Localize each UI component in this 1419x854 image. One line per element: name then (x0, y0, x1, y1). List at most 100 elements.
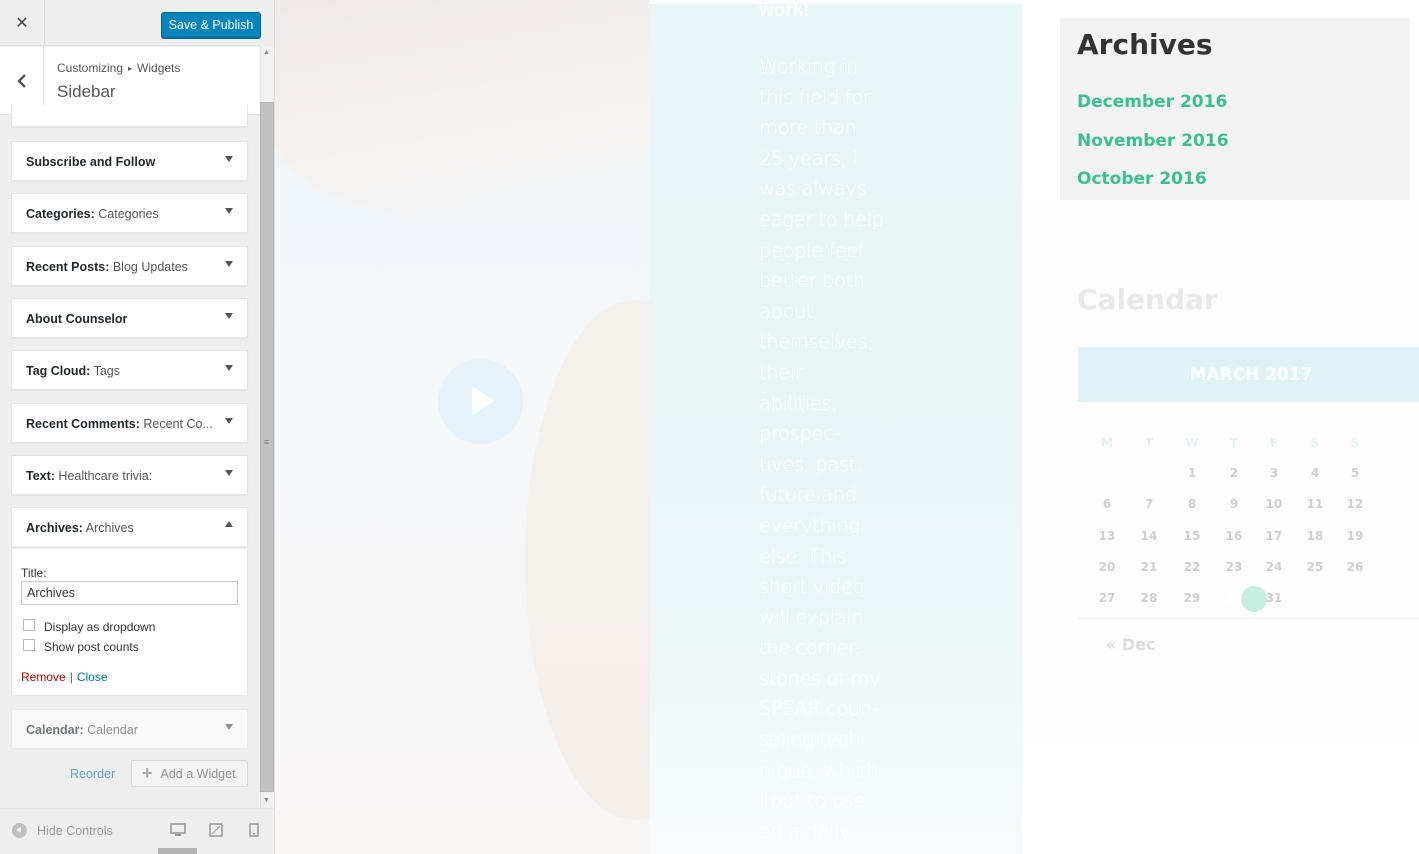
site-preview: work! Working in this field for more tha… (275, 0, 1419, 854)
hide-controls-button[interactable]: Hide Controls (12, 823, 113, 838)
widget-row[interactable]: Archives: Archives (11, 507, 248, 547)
customizer-footer: Hide Controls (0, 808, 274, 854)
calendar-weekday: S (1310, 436, 1320, 450)
widget-name: Archives: (26, 521, 83, 535)
calendar-day: 11 (1306, 497, 1324, 511)
widget-name: Text: (26, 469, 55, 483)
widget-row[interactable]: Tag Cloud: Tags (11, 350, 248, 390)
expand-arrow-icon[interactable] (225, 313, 233, 319)
archive-link[interactable]: November 2016 (1077, 131, 1229, 151)
display-dropdown-checkbox[interactable] (23, 619, 35, 631)
active-device-indicator (158, 848, 197, 854)
expand-arrow-icon[interactable] (225, 365, 233, 371)
hide-controls-label: Hide Controls (37, 823, 113, 838)
archives-title: Archives (1077, 28, 1213, 61)
calendar-day: 9 (1229, 497, 1239, 511)
archive-link[interactable]: October 2016 (1077, 169, 1207, 189)
close-link[interactable]: Close (77, 670, 108, 684)
post-counts-label: Show post counts (44, 640, 139, 654)
customizer-panel: ✕ Save & Publish Customizing ▸ Widgets Sid… (0, 0, 275, 854)
calendar-day: 26 (1346, 560, 1364, 574)
calendar-day: 2 (1229, 466, 1239, 480)
calendar-day: 8 (1187, 497, 1197, 511)
widget-partial-top (11, 105, 248, 127)
widget-title: Archives: Archives (26, 521, 134, 535)
calendar-day: 4 (1310, 466, 1320, 480)
calendar-day: 15 (1183, 529, 1201, 543)
tablet-preview-icon[interactable] (209, 823, 223, 837)
video-heading: work! (759, 0, 810, 21)
collapse-arrow-icon[interactable] (225, 521, 233, 527)
widget-name: Recent Comments: (26, 417, 140, 431)
calendar-day: 6 (1102, 497, 1112, 511)
calendar-prev-link[interactable]: « Dec (1106, 635, 1156, 654)
back-button[interactable] (0, 47, 44, 114)
save-publish-button[interactable]: Save & Publish (161, 12, 261, 38)
widget-row[interactable]: Recent Comments: Recent Co... (11, 403, 248, 443)
archives-widget-preview: Archives December 2016 November 2016 Oct… (1060, 18, 1410, 200)
scroll-up-icon[interactable]: ▲ (263, 49, 270, 56)
desktop-preview-icon[interactable] (170, 823, 186, 837)
widget-row[interactable]: About Counselor (11, 298, 248, 338)
scrollbar-thumb[interactable] (260, 102, 274, 792)
widget-name: Recent Posts: (26, 260, 110, 274)
widget-name: About Counselor (26, 312, 128, 326)
expand-arrow-icon[interactable] (225, 724, 233, 730)
chevron-left-icon (16, 73, 26, 88)
widget-title: Subscribe and Follow (26, 155, 155, 169)
expand-arrow-icon[interactable] (225, 418, 233, 424)
widget-row[interactable]: Text: Healthcare trivia: (11, 455, 248, 495)
expand-arrow-icon[interactable] (225, 156, 233, 162)
widget-row[interactable]: Calendar: Calendar (11, 709, 248, 749)
close-customizer-button[interactable]: ✕ (0, 0, 45, 46)
title-label: Title: (21, 566, 47, 580)
calendar-weekday: T (1144, 436, 1154, 450)
widget-instance-title: Categories (98, 207, 159, 221)
calendar-weekday: F (1269, 436, 1279, 450)
widget-row[interactable]: Categories: Categories (11, 193, 248, 233)
expand-arrow-icon[interactable] (225, 470, 233, 476)
calendar-day: 24 (1265, 560, 1283, 574)
post-counts-checkbox[interactable] (23, 639, 35, 651)
widget-name: Categories: (26, 207, 95, 221)
expand-arrow-icon[interactable] (225, 208, 233, 214)
reorder-link[interactable]: Reorder (70, 767, 115, 781)
calendar-day: 20 (1098, 560, 1116, 574)
post-counts-option[interactable]: Show post counts (23, 639, 139, 654)
widget-instance-title: Calendar (87, 723, 138, 737)
calendar-day: 1 (1187, 466, 1197, 480)
title-input[interactable] (21, 581, 238, 605)
scroll-down-icon[interactable]: ▼ (263, 797, 270, 804)
widget-row[interactable]: Subscribe and Follow (11, 141, 248, 181)
video-description: Working in this field for more than 25 y… (759, 55, 884, 854)
plus-icon: + (142, 763, 153, 783)
calendar-weekday: W (1185, 436, 1199, 450)
widget-title: Recent Posts: Blog Updates (26, 260, 188, 274)
archive-link[interactable]: December 2016 (1077, 92, 1227, 112)
widget-name: Tag Cloud: (26, 364, 91, 378)
hero-image-arm (275, 0, 650, 225)
widget-title: Calendar: Calendar (26, 723, 138, 737)
collapse-icon (12, 823, 27, 838)
play-icon (472, 386, 494, 416)
expand-arrow-icon[interactable] (225, 261, 233, 267)
calendar-month-bar: MARCH 2017 (1078, 347, 1419, 402)
calendar-day: 30 (1225, 591, 1243, 605)
widget-row[interactable]: Recent Posts: Blog Updates (11, 246, 248, 286)
calendar-day: 7 (1144, 497, 1154, 511)
breadcrumb: Customizing ▸ Widgets (57, 61, 180, 75)
calendar-day: 22 (1183, 560, 1201, 574)
calendar-day: 14 (1140, 529, 1158, 543)
widget-title: Recent Comments: Recent Co... (26, 417, 213, 431)
add-widget-button[interactable]: + Add a Widget (131, 760, 248, 787)
remove-link[interactable]: Remove (21, 670, 66, 684)
calendar-day: 16 (1225, 529, 1243, 543)
widget-instance-title: Blog Updates (112, 260, 188, 274)
display-dropdown-option[interactable]: Display as dropdown (23, 619, 155, 634)
mobile-preview-icon[interactable] (249, 823, 259, 837)
widget-name: Subscribe and Follow (26, 155, 156, 169)
calendar-day: 25 (1306, 560, 1324, 574)
calendar-weekday: S (1350, 436, 1360, 450)
close-icon: ✕ (15, 15, 29, 32)
video-text-column: work! Working in this field for more tha… (650, 0, 1022, 854)
